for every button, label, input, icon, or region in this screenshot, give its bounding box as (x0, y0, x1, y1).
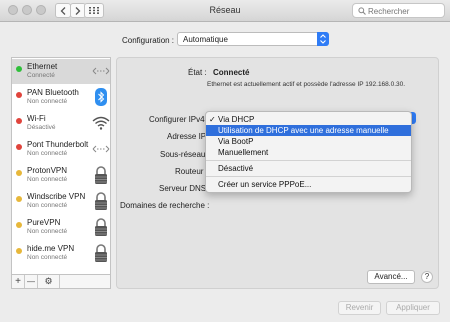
status-value: Connecté (213, 68, 250, 77)
status-dot (16, 118, 22, 124)
select-arrows-icon (317, 32, 329, 46)
wifi-icon (92, 113, 110, 133)
service-status: Connecté (27, 72, 55, 79)
lock-icon (92, 243, 110, 263)
service-status: Non connecté (27, 202, 68, 209)
status-dot (16, 66, 22, 72)
ethernet-arrows-icon (92, 139, 110, 159)
lock-icon (92, 217, 110, 237)
menu-item-dhcp[interactable]: ✓ Via DHCP (206, 114, 411, 125)
configuration-value: Automatique (183, 35, 228, 44)
service-name: hide.me VPN (27, 244, 75, 253)
status-dot (16, 144, 22, 150)
add-service-button[interactable]: + (12, 275, 25, 288)
lock-icon (92, 165, 110, 185)
service-list-toolbar: + — ⚙ (11, 275, 111, 289)
status-dot (16, 196, 22, 202)
service-list: Ethernet Connecté PAN Bluetooth Non conn… (11, 57, 111, 275)
lock-icon (92, 191, 110, 211)
menu-item-label: Via DHCP (218, 115, 255, 124)
menu-item-dhcp-manual[interactable]: Utilisation de DHCP avec une adresse man… (206, 125, 411, 136)
service-status: Non connecté (27, 98, 68, 105)
gear-icon[interactable]: ⚙ (38, 275, 60, 288)
ethernet-arrows-icon (92, 61, 110, 81)
service-status: Désactivé (27, 124, 56, 131)
status-description: Ethernet est actuellement actif et possè… (207, 81, 406, 88)
configuration-label: Configuration : (122, 36, 175, 45)
menu-item-create-pppoe[interactable]: Créer un service PPPoE... (206, 179, 411, 190)
advanced-button[interactable]: Avancé... (367, 270, 415, 284)
dns-server-label: Serveur DNS (159, 184, 207, 193)
status-dot (16, 222, 22, 228)
status-dot (16, 92, 22, 98)
router-label: Routeur (175, 167, 204, 176)
service-name: PureVPN (27, 218, 61, 227)
service-windscribe-vpn[interactable]: Windscribe VPN Non connecté (12, 189, 110, 214)
service-status: Non connecté (27, 176, 68, 183)
help-button[interactable]: ? (421, 271, 433, 283)
title-bar: Réseau (0, 0, 450, 22)
menu-item-manual[interactable]: Manuellement (206, 147, 411, 158)
service-wifi[interactable]: Wi-Fi Désactivé (12, 111, 110, 136)
service-name: ProtonVPN (27, 166, 68, 175)
service-name: Wi-Fi (27, 114, 46, 123)
status-label: État : (188, 68, 207, 77)
ipv4-dropdown-menu: ✓ Via DHCP Utilisation de DHCP avec une … (205, 111, 412, 193)
status-dot (16, 170, 22, 176)
search-field[interactable] (352, 3, 445, 18)
service-status: Non connecté (27, 150, 68, 157)
search-icon (358, 7, 366, 15)
remove-service-button[interactable]: — (25, 275, 38, 288)
checkmark-icon: ✓ (209, 115, 216, 124)
service-pan-bluetooth[interactable]: PAN Bluetooth Non connecté (12, 85, 110, 110)
service-thunderbolt-bridge[interactable]: Pont Thunderbolt Non connecté (12, 137, 110, 162)
bluetooth-icon (92, 87, 110, 107)
ip-address-label: Adresse IP (167, 132, 207, 141)
service-hideme-vpn[interactable]: hide.me VPN Non connecté (12, 241, 110, 266)
subnet-label: Sous-réseau (160, 150, 206, 159)
menu-item-disabled[interactable]: Désactivé (206, 163, 411, 174)
configuration-select[interactable]: Automatique (177, 32, 329, 46)
menu-item-bootp[interactable]: Via BootP (206, 136, 411, 147)
service-name: Ethernet (27, 62, 58, 71)
service-name: PAN Bluetooth (27, 88, 79, 97)
search-domains-label: Domaines de recherche : (120, 201, 210, 210)
service-name: Windscribe VPN (27, 192, 86, 201)
service-ethernet[interactable]: Ethernet Connecté (12, 59, 110, 84)
service-purevpn[interactable]: PureVPN Non connecté (12, 215, 110, 240)
menu-separator (206, 160, 411, 161)
search-input[interactable] (368, 5, 442, 17)
menu-separator (206, 176, 411, 177)
configure-ipv4-label: Configurer IPv4 (149, 115, 205, 124)
service-status: Non connecté (27, 228, 68, 235)
status-dot (16, 248, 22, 254)
revert-button[interactable]: Revenir (338, 301, 381, 315)
service-protonvpn[interactable]: ProtonVPN Non connecté (12, 163, 110, 188)
service-status: Non connecté (27, 254, 68, 261)
service-name: Pont Thunderbolt (27, 140, 89, 149)
apply-button[interactable]: Appliquer (386, 301, 440, 315)
